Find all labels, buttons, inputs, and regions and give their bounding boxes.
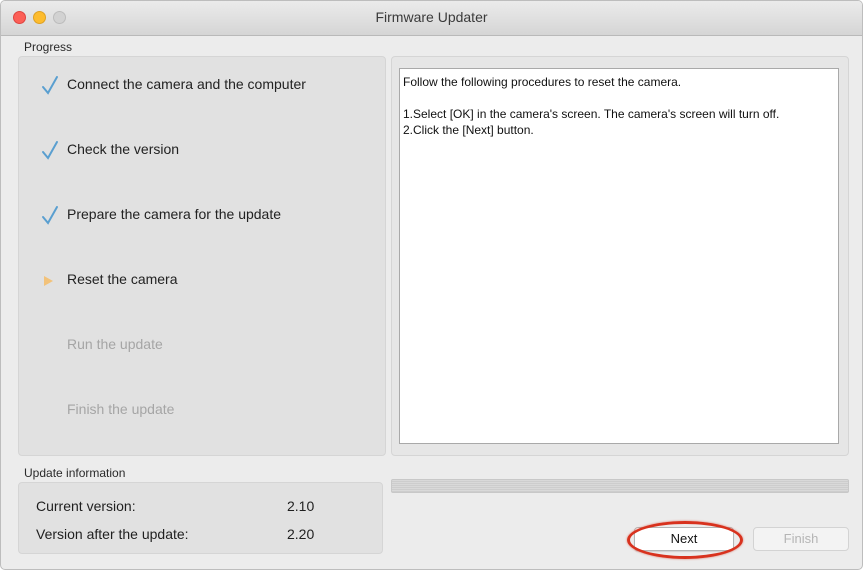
check-icon: [42, 141, 58, 160]
step-run-update: Run the update: [18, 332, 378, 360]
check-icon: [42, 76, 58, 95]
update-info-section-label: Update information: [24, 466, 126, 480]
current-version-label: Current version:: [36, 498, 136, 514]
step-finish-update: Finish the update: [18, 397, 378, 425]
step-label: Reset the camera: [67, 271, 178, 287]
firmware-updater-window: Firmware Updater Progress Connect the ca…: [0, 0, 863, 570]
instruction-line: 1.Select [OK] in the camera's screen. Th…: [403, 107, 780, 121]
instruction-line: 2.Click the [Next] button.: [403, 123, 534, 137]
play-arrow-icon: [44, 276, 53, 286]
after-version-label: Version after the update:: [36, 526, 189, 542]
step-reset: Reset the camera: [18, 267, 378, 295]
step-label: Run the update: [67, 336, 163, 352]
next-button[interactable]: Next: [634, 527, 734, 551]
update-progress-bar: [391, 479, 849, 493]
after-version-value: 2.20: [287, 526, 315, 542]
finish-button[interactable]: Finish: [753, 527, 849, 551]
instructions-text-box[interactable]: Follow the following procedures to reset…: [399, 68, 839, 444]
step-label: Connect the camera and the computer: [67, 76, 306, 92]
current-version-value: 2.10: [287, 498, 315, 514]
instructions-intro: Follow the following procedures to reset…: [403, 75, 682, 89]
check-icon: [42, 206, 58, 225]
step-check-version: Check the version: [18, 137, 378, 165]
step-label: Prepare the camera for the update: [67, 206, 282, 222]
progress-section-label: Progress: [24, 40, 73, 54]
step-label: Finish the update: [67, 401, 175, 417]
steps-panel: [18, 56, 386, 456]
step-prepare: Prepare the camera for the update: [18, 202, 378, 230]
step-connect: Connect the camera and the computer: [18, 72, 378, 100]
step-label: Check the version: [67, 141, 180, 157]
window-title: Firmware Updater: [375, 9, 488, 25]
title-bar: Firmware Updater: [1, 1, 862, 36]
update-info-panel: Current version: 2.10 Version after the …: [18, 482, 383, 554]
